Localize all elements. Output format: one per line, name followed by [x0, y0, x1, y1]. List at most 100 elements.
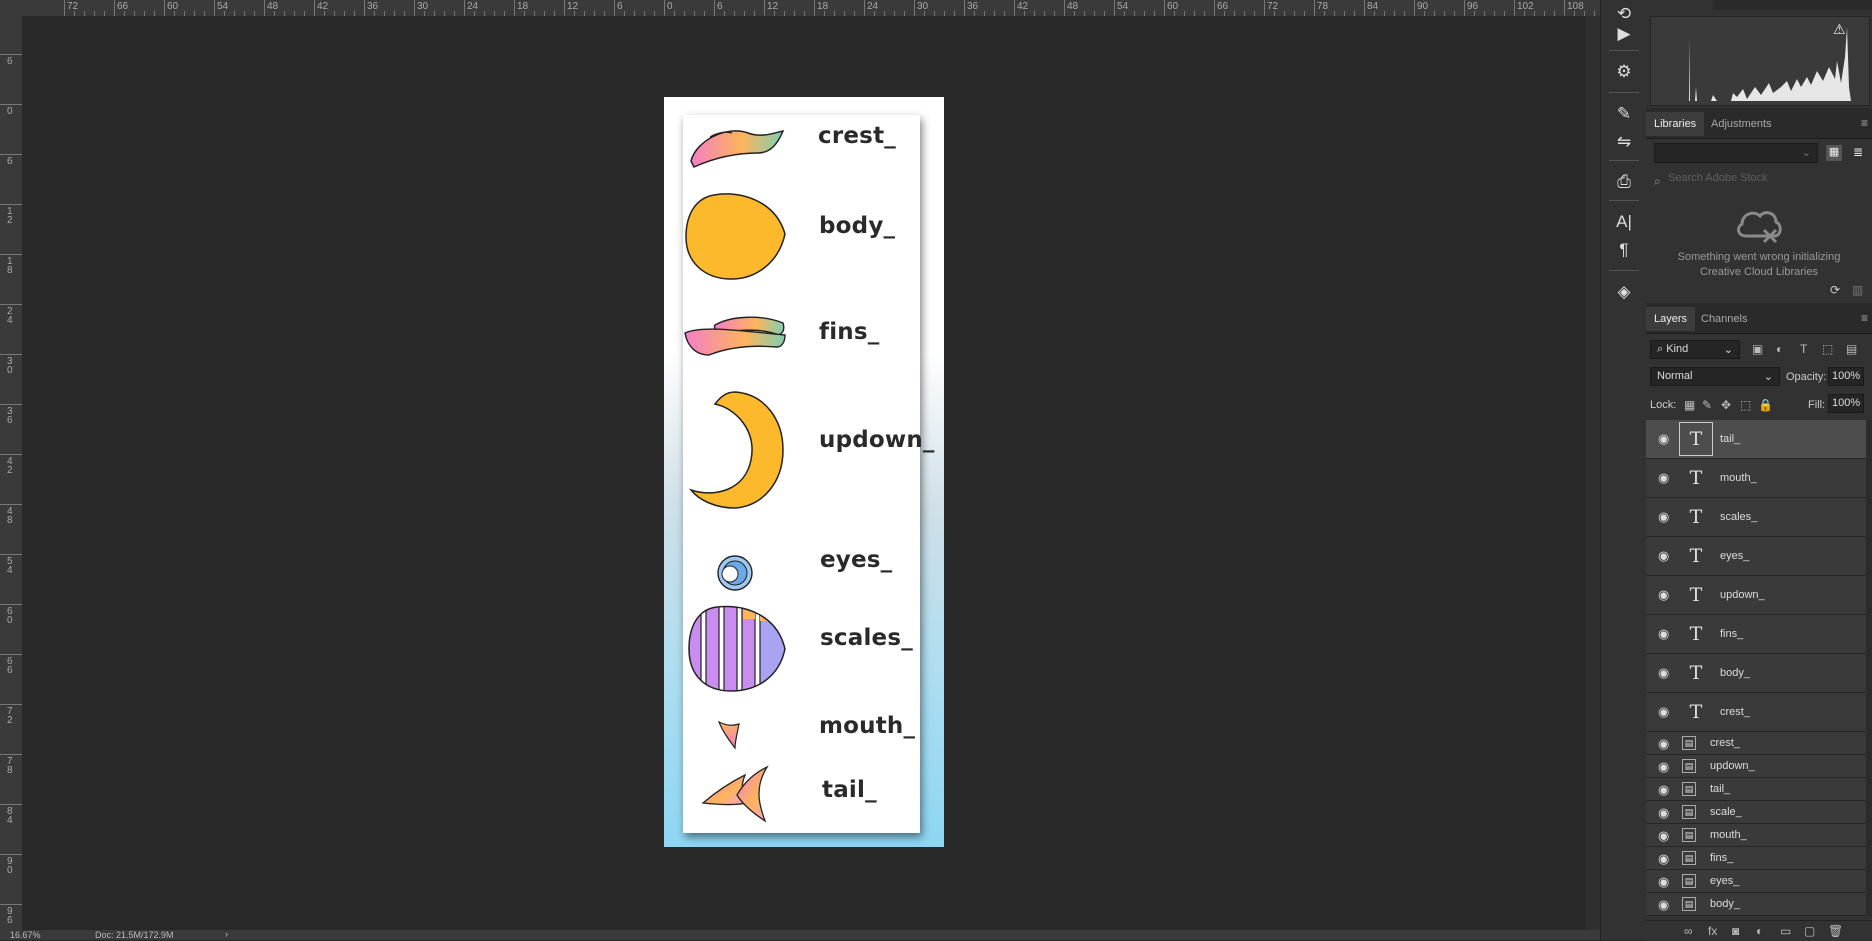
layer-row[interactable]: ◉ T eyes_	[1646, 537, 1872, 576]
layer-name[interactable]: body_	[1720, 667, 1750, 679]
visibility-eye-icon[interactable]: ◉	[1658, 828, 1669, 844]
library-select[interactable]: ⌄	[1654, 143, 1818, 163]
layer-style-icon[interactable]: fx	[1708, 924, 1717, 938]
visibility-eye-icon[interactable]: ◉	[1658, 782, 1669, 798]
zoom-level[interactable]: 16.67%	[10, 930, 41, 940]
layer-name[interactable]: fins_	[1720, 628, 1743, 640]
canvas-scrollbar[interactable]	[1585, 16, 1600, 930]
list-view-icon[interactable]: ≣	[1850, 145, 1866, 161]
stock-search-input[interactable]: Search Adobe Stock	[1668, 172, 1864, 190]
ruler-tick	[0, 654, 22, 655]
layer-row[interactable]: ◉ ▤ body_	[1646, 893, 1872, 916]
play-icon[interactable]: ▶	[1601, 20, 1647, 48]
layer-name[interactable]: crest_	[1720, 706, 1750, 718]
layer-row[interactable]: ◉ T body_	[1646, 654, 1872, 693]
brush-icon[interactable]: ✎	[1601, 100, 1647, 128]
layer-name[interactable]: mouth_	[1720, 472, 1757, 484]
layer-name[interactable]: eyes_	[1710, 875, 1739, 887]
link-layers-icon[interactable]: ∞	[1684, 924, 1693, 938]
tab-adjustments[interactable]: Adjustments	[1703, 112, 1780, 136]
visibility-eye-icon[interactable]: ◉	[1658, 626, 1669, 642]
layers-scrollbar[interactable]	[1866, 420, 1872, 916]
visibility-eye-icon[interactable]: ◉	[1658, 897, 1669, 913]
libraries-menu-icon[interactable]: ≡	[1861, 116, 1868, 130]
blend-mode-select[interactable]: Normal ⌄	[1650, 367, 1780, 386]
visibility-eye-icon[interactable]: ◉	[1658, 509, 1669, 525]
delete-layer-icon[interactable]: 🗑	[1828, 924, 1843, 938]
vertical-ruler[interactable]: 6 0 6 12 18 24 30 36 42 48 54 60 66 72 78 84 90 96	[0, 16, 23, 930]
layer-name[interactable]: scale_	[1710, 806, 1742, 818]
layer-row[interactable]: ◉ ▤ crest_	[1646, 732, 1872, 755]
histogram-warning-icon[interactable]: ⚠	[1833, 21, 1846, 38]
layer-row[interactable]: ◉ ▤ scale_	[1646, 801, 1872, 824]
brush-presets-icon[interactable]: ⇋	[1601, 128, 1647, 156]
layer-name[interactable]: tail_	[1720, 433, 1740, 445]
opacity-field[interactable]: 100%	[1828, 367, 1864, 386]
layer-row[interactable]: ◉ T scales_	[1646, 498, 1872, 537]
tab-layers[interactable]: Layers	[1646, 307, 1696, 331]
clone-source-icon[interactable]: ⎙	[1601, 168, 1647, 196]
layer-name[interactable]: body_	[1710, 898, 1740, 910]
layer-row[interactable]: ◉ T fins_	[1646, 615, 1872, 654]
layer-filter-kind[interactable]: ⌕ Kind ⌄	[1650, 340, 1740, 359]
kind-label: Kind	[1666, 343, 1689, 355]
layer-name[interactable]: updown_	[1720, 589, 1765, 601]
visibility-eye-icon[interactable]: ◉	[1658, 587, 1669, 603]
horizontal-ruler[interactable]: 72 66 60 54 48 42 36 30 24 18 12 6 0 6 12 18 24 30 36 42 48 5…	[0, 0, 1605, 17]
layer-row[interactable]: ◉ T mouth_	[1646, 459, 1872, 498]
paragraph-icon[interactable]: ¶	[1601, 236, 1647, 264]
tab-channels[interactable]: Channels	[1693, 307, 1755, 331]
new-layer-icon[interactable]: ▢	[1804, 924, 1815, 938]
tab-libraries[interactable]: Libraries	[1646, 112, 1705, 136]
add-mask-icon[interactable]: ◙	[1732, 924, 1739, 938]
adjustment-layer-icon[interactable]: ◐	[1756, 924, 1763, 938]
filter-smartobject-icon[interactable]: ▤	[1846, 342, 1857, 356]
layer-name[interactable]: eyes_	[1720, 550, 1749, 562]
layer-row[interactable]: ◉ ▤ fins_	[1646, 847, 1872, 870]
layer-row[interactable]: ◉ ▤ mouth_	[1646, 824, 1872, 847]
cc-sync-icon[interactable]: ⟳	[1830, 283, 1840, 297]
filter-adjustment-icon[interactable]: ◐	[1776, 342, 1783, 356]
status-menu-arrow[interactable]: ›	[225, 929, 228, 939]
properties-icon[interactable]: ⚙	[1601, 58, 1647, 86]
lock-image-icon[interactable]: ✎	[1702, 398, 1712, 412]
fill-field[interactable]: 100%	[1828, 394, 1864, 413]
grid-view-icon[interactable]: ▦	[1826, 145, 1842, 161]
filter-pixel-icon[interactable]: ▣	[1752, 342, 1763, 356]
layer-row[interactable]: ◉ T crest_	[1646, 693, 1872, 732]
new-group-icon[interactable]: ▭	[1780, 924, 1791, 938]
visibility-eye-icon[interactable]: ◉	[1658, 805, 1669, 821]
visibility-eye-icon[interactable]: ◉	[1658, 759, 1669, 775]
layer-row[interactable]: ◉ ▤ eyes_	[1646, 870, 1872, 893]
layer-row[interactable]: ◉ ▤ tail_	[1646, 778, 1872, 801]
lock-transparent-icon[interactable]: ▦	[1684, 398, 1695, 412]
ruler-tick	[0, 204, 22, 205]
3d-icon[interactable]: ◈	[1601, 278, 1647, 306]
layer-name[interactable]: updown_	[1710, 760, 1755, 772]
layer-name[interactable]: mouth_	[1710, 829, 1747, 841]
visibility-eye-icon[interactable]: ◉	[1658, 851, 1669, 867]
character-icon[interactable]: A|	[1601, 208, 1647, 236]
visibility-eye-icon[interactable]: ◉	[1658, 548, 1669, 564]
visibility-eye-icon[interactable]: ◉	[1658, 736, 1669, 752]
visibility-eye-icon[interactable]: ◉	[1658, 431, 1669, 447]
visibility-eye-icon[interactable]: ◉	[1658, 704, 1669, 720]
layer-name[interactable]: tail_	[1710, 783, 1730, 795]
lock-all-icon[interactable]: 🔒	[1758, 398, 1773, 412]
lock-position-icon[interactable]: ✥	[1721, 398, 1731, 412]
visibility-eye-icon[interactable]: ◉	[1658, 665, 1669, 681]
layers-menu-icon[interactable]: ≡	[1861, 311, 1868, 325]
layer-name[interactable]: fins_	[1710, 852, 1733, 864]
layer-row[interactable]: ◉ ▤ updown_	[1646, 755, 1872, 778]
layer-row[interactable]: ◉ T updown_	[1646, 576, 1872, 615]
tail-shape	[701, 765, 769, 823]
filter-type-icon[interactable]: T	[1800, 342, 1807, 356]
layer-row[interactable]: ◉ T tail_	[1646, 420, 1872, 459]
layer-name[interactable]: scales_	[1720, 511, 1757, 523]
visibility-eye-icon[interactable]: ◉	[1658, 874, 1669, 890]
lock-artboard-icon[interactable]: ⬚	[1740, 398, 1751, 412]
filter-shape-icon[interactable]: ⬚	[1822, 342, 1833, 356]
libraries-trash-icon[interactable]: ▥	[1852, 283, 1863, 297]
layer-name[interactable]: crest_	[1710, 737, 1740, 749]
visibility-eye-icon[interactable]: ◉	[1658, 470, 1669, 486]
